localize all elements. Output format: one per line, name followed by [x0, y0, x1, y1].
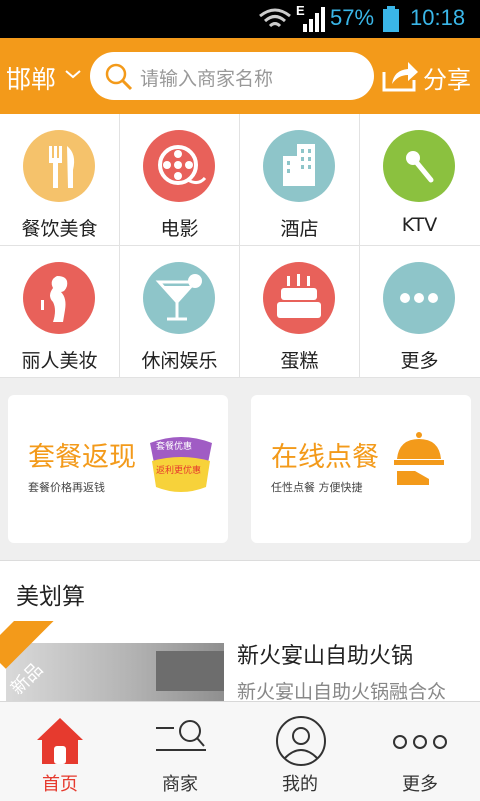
deal-description: 新火宴山自助火锅融合众: [237, 681, 447, 701]
city-label: 邯郸: [6, 65, 57, 94]
search-placeholder: 请输入商家名称: [140, 68, 274, 90]
deal-title: 新火宴山自助火锅: [237, 644, 414, 669]
wifi-icon: [259, 8, 291, 28]
nav-merchants[interactable]: 商家: [120, 702, 240, 801]
cocktail-icon: [143, 262, 215, 334]
category-grid: 餐饮美食 电影 酒店 KTV 丽人美妆 休闲娱乐 蛋糕 更多: [0, 114, 480, 378]
category-label: 蛋糕: [280, 350, 319, 372]
more-dots-icon: [383, 262, 455, 334]
promo-subtitle: 套餐价格再返钱: [28, 481, 105, 494]
category-label: 更多: [400, 350, 439, 372]
merchant-search-icon: [156, 720, 206, 751]
promo-title: 在线点餐: [271, 442, 379, 473]
cutlery-icon: [23, 130, 95, 202]
promo-cashback-card[interactable]: 套餐返现 套餐价格再返钱 套餐优惠 返利更优惠: [8, 395, 228, 543]
bottom-nav: 首页 商家 我的 更多: [0, 701, 480, 801]
share-icon: [382, 62, 418, 92]
category-more[interactable]: 更多: [360, 246, 480, 378]
nav-label: 我的: [282, 774, 318, 795]
microphone-icon: [383, 130, 455, 202]
category-label: 餐饮美食: [21, 218, 98, 240]
category-food[interactable]: 餐饮美食: [0, 114, 120, 246]
category-beauty[interactable]: 丽人美妆: [0, 246, 120, 378]
badge-bottom-text: 返利更优惠: [156, 466, 202, 476]
battery-icon: [383, 6, 399, 32]
user-icon: [276, 716, 326, 766]
building-icon: [263, 130, 335, 202]
nav-label: 更多: [402, 774, 438, 795]
deals-section-header: 美划算: [0, 560, 480, 622]
more-dots-icon: [393, 735, 447, 749]
promo-online-order-card[interactable]: 在线点餐 任性点餐 方便快捷: [251, 395, 471, 543]
film-reel-icon: [143, 130, 215, 202]
category-movie[interactable]: 电影: [120, 114, 240, 246]
search-icon: [105, 63, 133, 91]
home-icon: [37, 718, 83, 764]
category-ktv[interactable]: KTV: [360, 114, 480, 246]
serving-dish-icon: [394, 432, 444, 485]
clock: 10:18: [410, 5, 466, 30]
badge-top-text: 套餐优惠: [156, 442, 193, 452]
deal-item[interactable]: 新品 新火宴山自助火锅 新火宴山自助火锅融合众: [0, 621, 480, 701]
promo-title: 套餐返现: [28, 442, 136, 473]
signal-icon: [303, 7, 325, 32]
deal-thumb-sign: [52, 691, 172, 701]
chevron-down-icon: [65, 70, 81, 79]
nav-label: 首页: [42, 774, 78, 795]
share-label: 分享: [423, 66, 471, 94]
category-label: 休闲娱乐: [141, 350, 218, 372]
category-hotel[interactable]: 酒店: [240, 114, 360, 246]
promo-subtitle: 任性点餐 方便快捷: [271, 481, 363, 494]
share-button[interactable]: 分享: [380, 56, 476, 96]
nav-more[interactable]: 更多: [360, 702, 480, 801]
header-bar: 邯郸 请输入商家名称 分享: [0, 38, 480, 114]
status-bar: E 57% 10:18: [0, 0, 480, 38]
category-label: 酒店: [280, 218, 319, 240]
battery-percent: 57%: [330, 5, 375, 30]
category-label: KTV: [401, 214, 438, 236]
woman-icon: [23, 262, 95, 334]
nav-home[interactable]: 首页: [0, 702, 120, 801]
section-title: 美划算: [16, 584, 85, 610]
category-leisure[interactable]: 休闲娱乐: [120, 246, 240, 378]
cake-icon: [263, 262, 335, 334]
category-cake[interactable]: 蛋糕: [240, 246, 360, 378]
category-label: 丽人美妆: [21, 350, 98, 372]
search-input[interactable]: 请输入商家名称: [90, 52, 374, 100]
category-label: 电影: [160, 218, 199, 240]
nav-label: 商家: [162, 774, 198, 795]
promo-badge-image: 套餐优惠 返利更优惠: [146, 433, 216, 495]
nav-mine[interactable]: 我的: [240, 702, 360, 801]
